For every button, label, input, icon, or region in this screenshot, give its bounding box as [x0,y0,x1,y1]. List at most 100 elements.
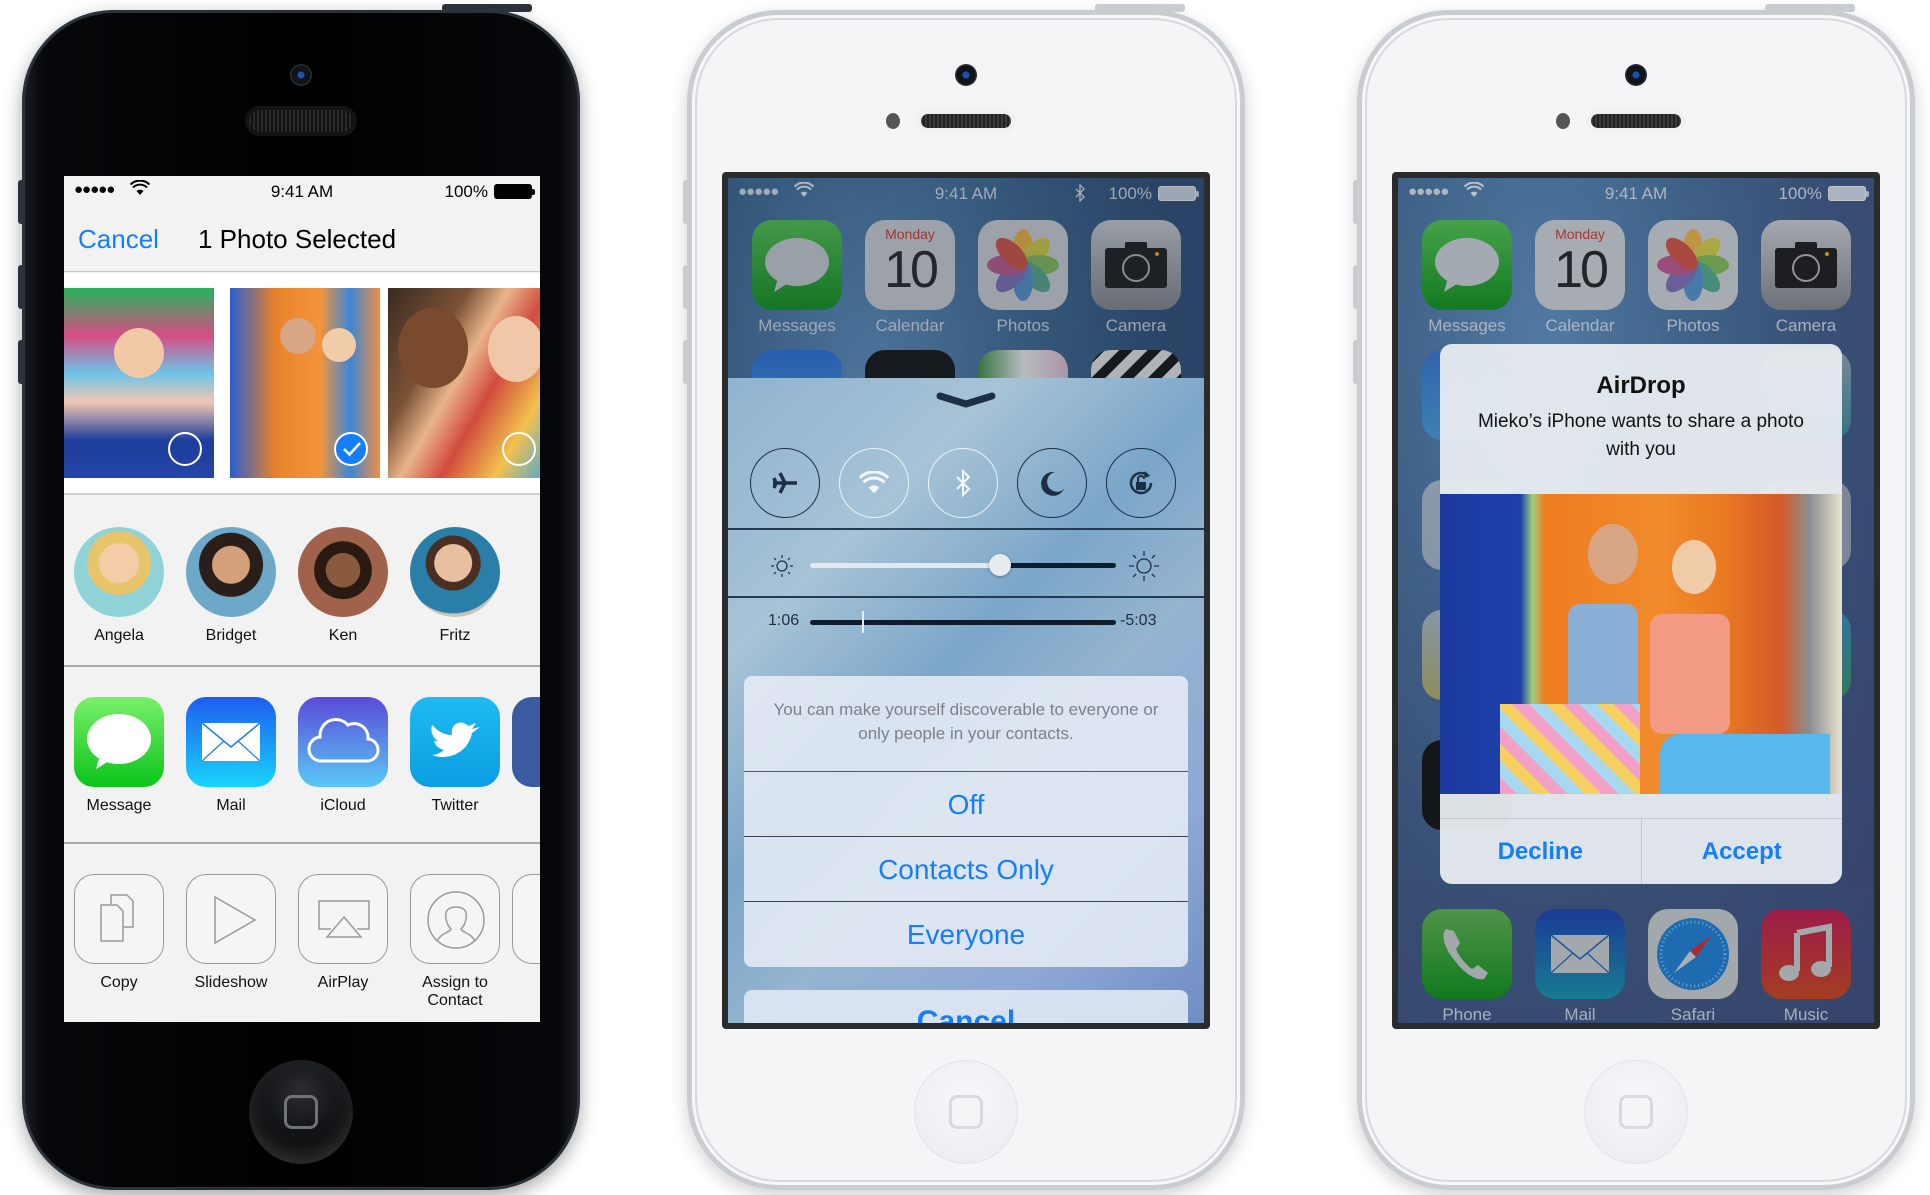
alert-title: AirDrop [1596,372,1686,399]
airdrop-person[interactable]: Fritz [400,527,510,645]
app-label: iCloud [320,797,366,814]
airplay-button[interactable]: AirPlay [288,874,398,992]
share-facebook-button[interactable] [512,697,540,787]
iphone-white-airdrop-request: ●●●●● 9:41 AM 100% Messages Monday 10 Ca… [1353,4,1915,1190]
share-apps-row: Message Mail iCloud Twitter [64,669,540,844]
accept-button[interactable]: Accept [1642,819,1843,884]
airdrop-everyone-option[interactable]: Everyone [744,902,1188,967]
cc-toggles [728,438,1204,530]
alert-buttons: Decline Accept [1440,818,1842,884]
photo-face [1588,524,1638,584]
airplay-icon [298,874,388,964]
airdrop-contacts-only-option[interactable]: Contacts Only [744,837,1188,902]
earpiece-speaker [1591,114,1681,128]
decline-button[interactable]: Decline [1440,819,1642,884]
more-action-button[interactable] [512,874,540,964]
copy-icon [74,874,164,964]
share-icloud-button[interactable]: iCloud [288,697,398,815]
wifi-icon [859,471,889,494]
airdrop-off-option[interactable]: Off [744,772,1188,837]
home-button[interactable] [249,1060,353,1164]
home-button[interactable] [1584,1060,1688,1164]
photo-strip [64,273,540,495]
brightness-track-filled [810,563,1000,568]
battery-icon [494,184,535,199]
slideshow-button[interactable]: Slideshow [176,874,286,992]
music-progress-track[interactable] [810,620,1116,625]
wifi-toggle[interactable] [839,448,909,518]
grabber-chevron-icon[interactable] [936,390,996,410]
cloud-icon [298,697,388,787]
airdrop-person[interactable]: Bridget [176,527,286,645]
airdrop-people-row: Angela Bridget Ken Fritz [64,497,540,667]
music-playhead[interactable] [862,611,865,633]
share-twitter-button[interactable]: Twitter [400,697,510,815]
brightness-slider-knob[interactable] [988,554,1011,576]
front-camera [1625,64,1647,86]
volume-down-button [1353,340,1359,384]
alert-message: Mieko’s iPhone wants to share a photo wi… [1477,411,1804,460]
select-circle-icon[interactable] [502,432,536,466]
airdrop-person[interactable]: Ken [288,527,398,645]
airdrop-person[interactable]: Angela [64,527,174,645]
app-label: Message [86,797,152,814]
music-scrubber: 1:06 -5:03 [728,600,1204,660]
sleep-button [1765,4,1855,12]
photo-thumbnail[interactable] [230,288,380,478]
home-button[interactable] [914,1060,1018,1164]
brightness-track-remaining [999,563,1116,568]
status-bar: ●●●●● 9:41 AM 100% [64,176,540,206]
cancel-button[interactable]: Cancel [78,224,159,255]
photo-shirt [1568,604,1638,714]
action-sheet-message: You can make yourself discoverable to ev… [744,676,1188,772]
photo-skirt [1500,704,1640,794]
selected-checkmark-icon[interactable] [334,432,368,466]
airplane-mode-toggle[interactable] [750,448,820,518]
brightness-row [728,532,1204,598]
assign-to-contact-button[interactable]: Assign to Contact [400,874,510,1010]
photo-jeans [1660,734,1830,794]
do-not-disturb-toggle[interactable] [1017,448,1087,518]
rotation-lock-toggle[interactable] [1106,448,1176,518]
brightness-high-icon [1129,551,1159,581]
person-name: Angela [94,627,144,644]
action-sheet-cancel-button[interactable]: Cancel [744,990,1188,1023]
photo-thumbnail[interactable] [64,288,214,478]
mute-switch [1353,180,1359,224]
share-mail-button[interactable]: Mail [176,697,286,815]
share-message-button[interactable]: Message [64,697,174,815]
action-label: Assign to Contact [422,974,488,1009]
nav-title: 1 Photo Selected [198,224,397,254]
control-center-screen: ●●●●● 9:41 AM 100% Messages Monday 10 Ca… [722,172,1210,1029]
photo-thumbnail[interactable] [388,288,540,478]
action-label: Slideshow [194,974,268,991]
shared-photo-preview [1440,494,1842,794]
airplane-icon [772,472,797,494]
select-circle-icon[interactable] [168,432,202,466]
avatar [74,527,164,617]
volume-up-button [1353,265,1359,309]
music-remaining-time: -5:03 [1120,612,1157,629]
contact-icon [410,874,500,964]
twitter-bird-icon [410,697,500,787]
play-icon [186,874,276,964]
front-camera [290,64,312,86]
proximity-sensor [886,113,900,129]
airdrop-alert: AirDrop Mieko’s iPhone wants to share a … [1440,344,1842,884]
battery-percent: 100% [444,182,488,201]
envelope-icon [186,697,276,787]
bluetooth-icon [956,468,971,498]
sleep-button [442,4,532,12]
control-center-panel: 1:06 -5:03 You can make yourself discove… [728,378,1204,1023]
app-label: Mail [216,797,246,814]
music-elapsed-time: 1:06 [768,612,800,629]
earpiece-speaker [249,110,353,132]
message-bubble-icon [74,697,164,787]
front-camera [955,64,977,86]
share-sheet-screen: ●●●●● 9:41 AM 100% Cancel 1 Photo Select… [64,176,540,1022]
photo-shirt [1650,614,1730,734]
airdrop-action-sheet: You can make yourself discoverable to ev… [744,676,1188,967]
proximity-sensor [1556,113,1570,129]
bluetooth-toggle[interactable] [928,448,998,518]
copy-button[interactable]: Copy [64,874,174,992]
